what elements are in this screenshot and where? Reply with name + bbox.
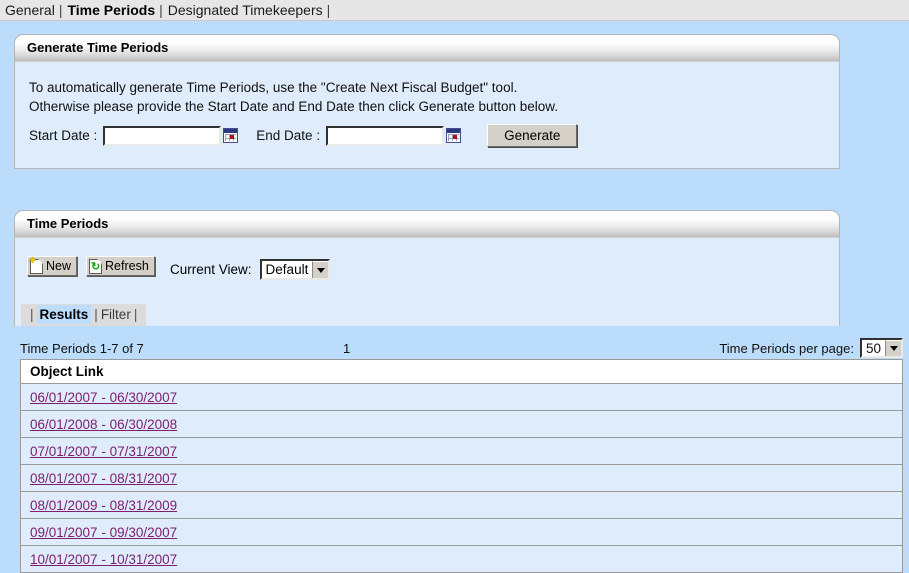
- new-button-label: New: [46, 259, 72, 273]
- table-row: 06/01/2007 - 06/30/2007: [20, 383, 903, 411]
- chevron-down-icon: [312, 261, 329, 278]
- tab-separator: |: [326, 2, 331, 18]
- generate-button[interactable]: Generate: [487, 124, 578, 147]
- end-date-label: End Date :: [256, 128, 321, 143]
- table-cell-object-link: 10/01/2007 - 10/31/2007: [20, 545, 903, 573]
- time-period-link[interactable]: 07/01/2007 - 07/31/2007: [30, 444, 177, 459]
- table-cell-object-link: 08/01/2007 - 08/31/2007: [20, 464, 903, 492]
- time-period-link[interactable]: 09/01/2007 - 09/30/2007: [30, 525, 177, 540]
- time-periods-table: Object Link 06/01/2007 - 06/30/2007 06/01…: [20, 359, 903, 573]
- current-view-select[interactable]: Default: [259, 259, 331, 280]
- tab-general[interactable]: General: [3, 2, 57, 18]
- end-date-input[interactable]: [326, 125, 445, 146]
- table-cell-object-link: 06/01/2008 - 06/30/2008: [20, 410, 903, 438]
- generate-panel-title: Generate Time Periods: [14, 34, 840, 61]
- table-cell-object-link: 09/01/2007 - 09/30/2007: [20, 518, 903, 546]
- time-period-link[interactable]: 08/01/2009 - 08/31/2009: [30, 498, 177, 513]
- start-date-calendar-icon[interactable]: [223, 128, 239, 143]
- table-row: 07/01/2007 - 07/31/2007: [20, 437, 903, 465]
- table-row: 09/01/2007 - 09/30/2007: [20, 518, 903, 546]
- results-header: Time Periods 1-7 of 7 1 Time Periods per…: [20, 337, 903, 359]
- generate-instructions: To automatically generate Time Periods, …: [15, 62, 839, 116]
- refresh-icon: ↻: [89, 258, 103, 274]
- end-date-calendar-icon[interactable]: [446, 128, 462, 143]
- generate-panel-body: To automatically generate Time Periods, …: [14, 61, 840, 169]
- start-date-input[interactable]: [103, 125, 222, 146]
- table-cell-object-link: 06/01/2007 - 06/30/2007: [20, 383, 903, 411]
- results-filter-subtabs: | Results | Filter |: [21, 304, 147, 326]
- table-cell-object-link: 08/01/2009 - 08/31/2009: [20, 491, 903, 519]
- time-periods-toolbar: ✦ New ↻ Refresh: [27, 255, 164, 276]
- results-area: Time Periods 1-7 of 7 1 Time Periods per…: [20, 337, 903, 573]
- generate-time-periods-panel: Generate Time Periods To automatically g…: [14, 34, 840, 169]
- new-document-icon: ✦: [28, 255, 43, 274]
- time-periods-panel-body: ✦ New ↻ Refresh Current View: Default | R…: [14, 237, 840, 326]
- current-view-label: Current View:: [170, 262, 252, 277]
- refresh-button[interactable]: ↻ Refresh: [86, 256, 155, 276]
- table-body: 06/01/2007 - 06/30/2007 06/01/2008 - 06/3…: [20, 383, 903, 573]
- table-row: 08/01/2009 - 08/31/2009: [20, 491, 903, 519]
- subtab-filter[interactable]: Filter: [101, 307, 131, 322]
- time-periods-panel-title: Time Periods: [14, 210, 840, 237]
- subtab-separator: |: [133, 307, 138, 322]
- per-page-control: Time Periods per page: 50: [719, 338, 903, 358]
- results-count-text: Time Periods 1-7 of 7: [20, 340, 144, 356]
- per-page-selected-value: 50: [865, 341, 881, 356]
- time-period-link[interactable]: 10/01/2007 - 10/31/2007: [30, 552, 177, 567]
- per-page-select[interactable]: 50: [859, 338, 903, 358]
- table-row: 10/01/2007 - 10/31/2007: [20, 545, 903, 573]
- subtab-separator: |: [94, 307, 98, 322]
- tab-separator: |: [159, 2, 163, 18]
- left-margin: [0, 22, 14, 573]
- table-row: 08/01/2007 - 08/31/2007: [20, 464, 903, 492]
- time-periods-panel: Time Periods ✦ New ↻ Refresh Current Vie…: [14, 210, 840, 326]
- time-period-link[interactable]: 06/01/2007 - 06/30/2007: [30, 390, 177, 405]
- start-date-label: Start Date :: [29, 128, 98, 143]
- subtab-results[interactable]: Results: [36, 305, 92, 324]
- tab-time-periods[interactable]: Time Periods: [65, 2, 157, 18]
- date-range-row: Start Date : End Date : Generate: [25, 124, 578, 147]
- time-period-link[interactable]: 06/01/2008 - 06/30/2008: [30, 417, 177, 432]
- instruction-line-1: To automatically generate Time Periods, …: [29, 80, 518, 95]
- table-row: 06/01/2008 - 06/30/2008: [20, 410, 903, 438]
- per-page-label: Time Periods per page:: [719, 340, 854, 356]
- new-button[interactable]: ✦ New: [27, 255, 78, 276]
- pagination-current-page[interactable]: 1: [144, 341, 720, 356]
- tab-designated-timekeepers[interactable]: Designated Timekeepers: [166, 2, 325, 18]
- current-view-selected-value: Default: [265, 262, 309, 277]
- refresh-button-label: Refresh: [105, 259, 149, 273]
- time-period-link[interactable]: 08/01/2007 - 08/31/2007: [30, 471, 177, 486]
- current-view-control: Current View: Default: [170, 259, 331, 280]
- table-header-row: Object Link: [20, 359, 903, 384]
- column-header-object-link: Object Link: [20, 359, 903, 384]
- table-cell-object-link: 07/01/2007 - 07/31/2007: [20, 437, 903, 465]
- instruction-line-2: Otherwise please provide the Start Date …: [29, 99, 559, 114]
- chevron-down-icon: [885, 340, 901, 356]
- main-tab-bar: General | Time Periods | Designated Timekeep…: [0, 0, 909, 21]
- subtab-separator: |: [30, 307, 34, 322]
